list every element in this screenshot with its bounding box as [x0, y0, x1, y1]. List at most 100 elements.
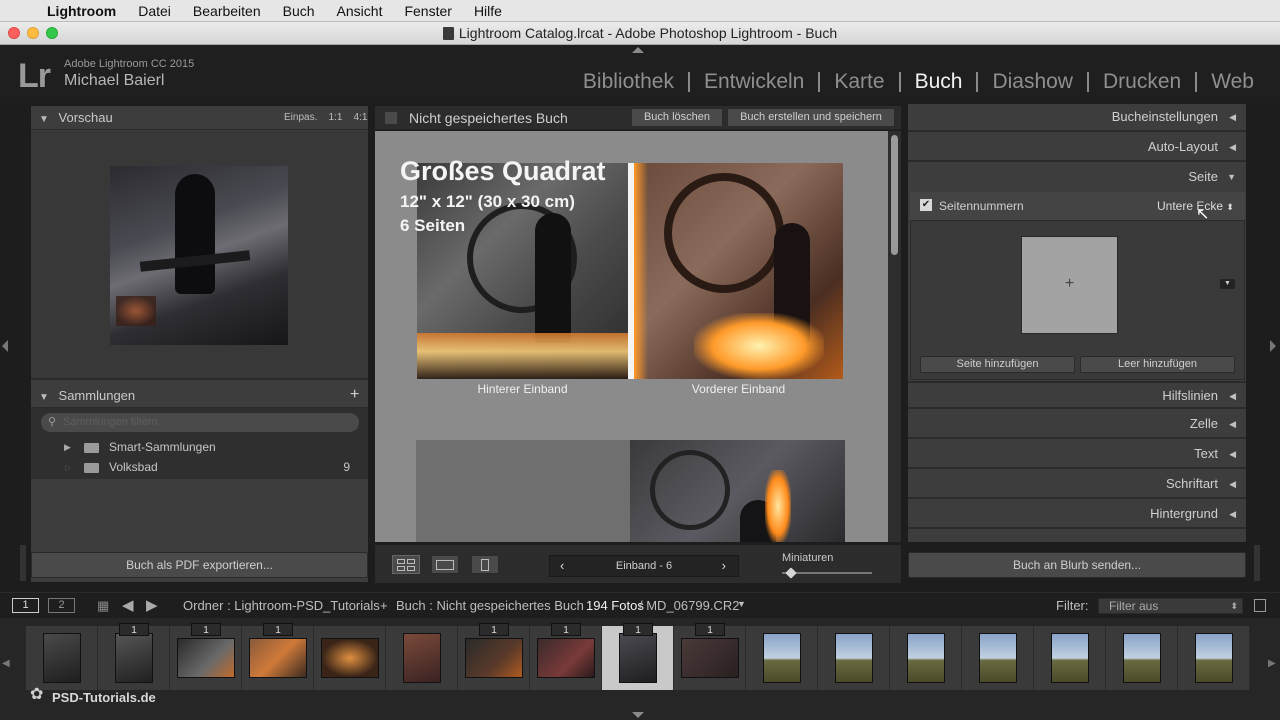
page-spread-right[interactable] — [630, 440, 845, 542]
filmstrip-thumb[interactable] — [386, 626, 458, 690]
menu-app[interactable]: Lightroom — [36, 3, 127, 19]
filmstrip-thumb[interactable] — [1034, 626, 1106, 690]
send-to-blurb-button[interactable]: Buch an Blurb senden... — [908, 552, 1246, 578]
single-page-view-icon[interactable] — [471, 555, 499, 574]
page-numbers-checkbox[interactable]: ✔ — [920, 199, 932, 211]
next-page-icon[interactable]: › — [722, 558, 726, 573]
usage-count-badge: 1 — [623, 623, 653, 636]
module-entwickeln[interactable]: Entwickeln — [690, 70, 818, 94]
filter-lock-icon[interactable] — [1254, 599, 1266, 612]
zoom-4-1[interactable]: 4:1 — [354, 112, 368, 123]
filmstrip-thumb[interactable] — [818, 626, 890, 690]
menu-hilfe[interactable]: Hilfe — [463, 3, 513, 19]
book-size-dimensions: 12" x 12" (30 x 30 cm) — [400, 192, 575, 211]
create-save-book-button[interactable]: Buch erstellen und speichern — [727, 108, 895, 127]
collapse-left-panel-icon[interactable] — [2, 340, 8, 352]
primary-screen-button[interactable]: 1 — [12, 598, 39, 613]
page-template-preview[interactable]: + — [1021, 236, 1118, 334]
filmstrip-thumb[interactable] — [26, 626, 98, 690]
filmstrip-thumb[interactable] — [962, 626, 1034, 690]
section-schriftart[interactable]: Schriftart ◀ — [908, 471, 1246, 499]
zoom-fit[interactable]: Einpas. — [284, 112, 317, 123]
grid-view-icon[interactable]: ▦ — [97, 598, 109, 614]
multi-page-view-icon[interactable] — [392, 555, 420, 574]
app-version: Adobe Lightroom CC 2015 — [64, 58, 195, 70]
source-folder[interactable]: Ordner : Lightroom-PSD_Tutorials — [183, 598, 380, 613]
module-drucken[interactable]: Drucken — [1089, 70, 1195, 94]
spread-view-icon[interactable] — [431, 555, 459, 574]
window-titlebar: Lightroom Catalog.lrcat - Adobe Photosho… — [0, 22, 1280, 45]
chevron-down-icon[interactable]: ▼ — [737, 599, 746, 609]
disclosure-triangle-icon: ▼ — [39, 392, 49, 403]
filmstrip-scroll-left-icon[interactable]: ◀ — [2, 658, 10, 669]
menu-fenster[interactable]: Fenster — [393, 3, 462, 19]
section-zelle[interactable]: Zelle ◀ — [908, 411, 1246, 439]
collections-search-field[interactable]: ⚲ Sammlungen filtern — [41, 413, 359, 432]
export-pdf-button[interactable]: Buch als PDF exportieren... — [31, 552, 368, 578]
module-web[interactable]: Web — [1197, 70, 1268, 94]
filmstrip-bar: 1 2 ▦ ◀ ▶ Ordner : Lightroom-PSD_Tutoria… — [0, 592, 1280, 618]
module-bibliothek[interactable]: Bibliothek — [569, 70, 688, 94]
menu-ansicht[interactable]: Ansicht — [326, 3, 394, 19]
forward-arrow-icon[interactable]: ▶ — [146, 596, 158, 614]
preview-title: Vorschau — [58, 110, 113, 125]
menu-datei[interactable]: Datei — [127, 3, 182, 19]
menu-bearbeiten[interactable]: Bearbeiten — [182, 3, 272, 19]
section-hilfslinien[interactable]: Hilfslinien ◀ — [908, 381, 1246, 409]
section-bucheinstellungen[interactable]: Bucheinstellungen ◀ — [908, 104, 1246, 132]
section-hintergrund[interactable]: Hintergrund ◀ — [908, 501, 1246, 529]
selected-file[interactable]: / MD_06799.CR2 — [639, 598, 739, 613]
filmstrip-thumb[interactable] — [314, 626, 386, 690]
template-dropdown-icon[interactable]: ▼ — [1220, 279, 1235, 289]
collections-header[interactable]: ▼ Sammlungen — [31, 384, 368, 408]
source-book[interactable]: Buch : Nicht gespeichertes Buch — [396, 598, 584, 613]
zoom-1-1[interactable]: 1:1 — [328, 112, 342, 123]
slider-knob[interactable] — [785, 567, 797, 579]
section-auto-layout[interactable]: Auto-Layout ◀ — [908, 134, 1246, 162]
menu-buch[interactable]: Buch — [272, 3, 326, 19]
back-arrow-icon[interactable]: ◀ — [122, 596, 134, 614]
plus-icon[interactable]: + — [350, 386, 359, 404]
module-karte[interactable]: Karte — [820, 70, 898, 94]
add-page-button[interactable]: Seite hinzufügen — [920, 356, 1075, 373]
usage-count-badge: 1 — [479, 623, 509, 636]
zoom-window-button[interactable] — [46, 27, 58, 39]
filmstrip-thumb[interactable] — [1178, 626, 1250, 690]
collapsed-triangle-icon: ◀ — [1229, 419, 1236, 429]
filter-select[interactable]: Filter aus ⬍ — [1098, 598, 1243, 614]
close-window-button[interactable] — [8, 27, 20, 39]
delete-book-button[interactable]: Buch löschen — [631, 108, 723, 127]
collapse-top-panel-icon[interactable] — [632, 47, 644, 53]
center-bottom-toolbar: ‹ Einband - 6 › Miniaturen — [375, 545, 901, 583]
collapse-right-panel-icon[interactable] — [1270, 340, 1276, 352]
module-picker: Bibliothek Entwickeln Karte Buch Diashow… — [569, 70, 1268, 94]
user-name: Michael Baierl — [64, 72, 165, 89]
book-name: Nicht gespeichertes Buch — [409, 110, 568, 126]
collection-item-smart[interactable]: ▶ Smart-Sammlungen — [31, 438, 368, 457]
module-buch[interactable]: Buch — [901, 70, 977, 94]
filmstrip-scroll-right-icon[interactable]: ▶ — [1268, 658, 1276, 669]
secondary-screen-button[interactable]: 2 — [48, 598, 75, 613]
module-diashow[interactable]: Diashow — [978, 70, 1087, 94]
page-numbers-row: ✔ Seitennummern Untere Ecke ⬍ — [910, 192, 1245, 221]
page-spread-left[interactable] — [416, 440, 630, 542]
section-seite[interactable]: Seite ▼ — [908, 164, 1246, 192]
front-cover-page[interactable] — [634, 163, 843, 379]
minimize-window-button[interactable] — [27, 27, 39, 39]
stepper-icon: ⬍ — [1230, 601, 1238, 611]
section-text[interactable]: Text ◀ — [908, 441, 1246, 469]
filmstrip-thumb[interactable] — [1106, 626, 1178, 690]
mouse-cursor-icon: ↖ — [1196, 206, 1210, 223]
collapse-filmstrip-icon[interactable] — [632, 712, 644, 718]
canvas-scrollbar[interactable] — [888, 131, 901, 542]
book-page-count: 6 Seiten — [400, 216, 466, 235]
collection-item-volksbad[interactable]: ▷ Volksbad 9 — [31, 458, 368, 477]
disclosure-triangle-icon[interactable]: ▶ — [64, 438, 71, 457]
usage-count-badge: 1 — [695, 623, 725, 636]
thumbnail-size-slider[interactable] — [782, 567, 872, 579]
add-blank-page-button[interactable]: Leer hinzufügen — [1080, 356, 1235, 373]
scrollbar-thumb[interactable] — [891, 135, 898, 255]
filmstrip-thumb[interactable] — [746, 626, 818, 690]
collapsed-triangle-icon: ◀ — [1229, 479, 1236, 489]
filmstrip-thumb[interactable] — [890, 626, 962, 690]
